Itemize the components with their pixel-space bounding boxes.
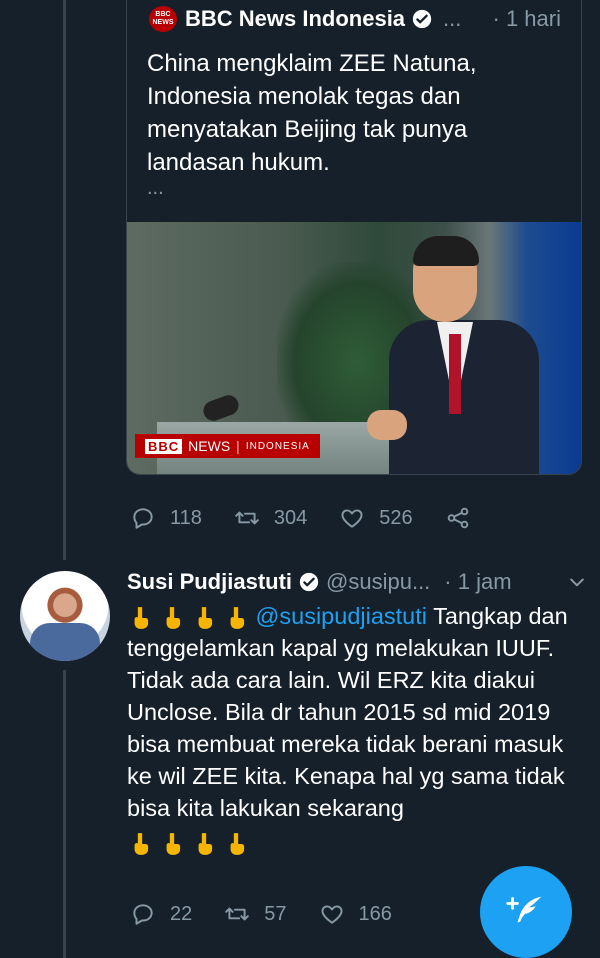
- bbc-news-logo: BBC NEWS: [149, 6, 177, 32]
- retweet-icon: [225, 907, 250, 921]
- like-button[interactable]: 526: [339, 505, 413, 531]
- emoji-group-end: [127, 831, 249, 857]
- backhand-index-pointing-down-emoji: [166, 606, 181, 629]
- quoted-tweet-header: BBC NEWS BBC News Indonesia ... · 1 hari: [149, 1, 561, 37]
- avatar[interactable]: [20, 571, 110, 661]
- quoted-tweet-photo[interactable]: BBC NEWS | INDONESIA: [127, 222, 581, 474]
- emoji-group-start: [127, 605, 249, 631]
- compose-tweet-button[interactable]: [480, 866, 572, 958]
- tweet-header: Susi Pudjiastuti @susipu... · 1 jam: [127, 568, 587, 596]
- overlay-region: INDONESIA: [245, 440, 310, 452]
- backhand-index-pointing-down-emoji: [198, 606, 213, 629]
- quoted-tweet-time[interactable]: · 1 hari: [493, 6, 561, 32]
- quoted-tweet-more: ...: [147, 177, 164, 199]
- reply-button[interactable]: 22: [130, 901, 192, 927]
- like-button[interactable]: 166: [319, 901, 392, 927]
- backhand-index-pointing-down-emoji: [134, 832, 149, 855]
- photo-bbc-overlay: BBC NEWS | INDONESIA: [135, 434, 320, 458]
- share-icon: [447, 507, 468, 529]
- thread-connector-top: [63, 0, 66, 560]
- like-icon: [341, 509, 363, 528]
- author-name[interactable]: Susi Pudjiastuti: [127, 569, 292, 595]
- share-button[interactable]: [445, 505, 485, 531]
- overlay-bbc-brand: BBC: [145, 438, 183, 454]
- photo-person-hand: [367, 410, 407, 440]
- retweet-icon: [235, 511, 259, 525]
- quoted-tweet-actions: 118 304 526: [130, 503, 517, 533]
- backhand-index-pointing-down-emoji: [166, 832, 181, 855]
- tweet-body-text: Tangkap dan tenggelamkan kapal yg melaku…: [127, 603, 568, 821]
- quoted-tweet-card[interactable]: BBC NEWS BBC News Indonesia ... · 1 hari…: [126, 0, 582, 475]
- backhand-index-pointing-down-emoji: [134, 606, 149, 629]
- tweet-time[interactable]: · 1 jam: [444, 569, 511, 595]
- backhand-index-pointing-down-emoji: [230, 832, 245, 855]
- reply-count: 22: [170, 902, 193, 925]
- tweet-text: @susipudjiastuti Tangkap dan tenggelamka…: [127, 600, 587, 857]
- retweet-button[interactable]: 304: [234, 505, 307, 531]
- retweet-button[interactable]: 57: [224, 901, 287, 927]
- thread-connector-bottom: [63, 670, 66, 958]
- like-icon: [321, 905, 342, 924]
- reply-icon: [133, 904, 153, 925]
- retweet-count: 57: [264, 902, 287, 925]
- tweet-actions: 22 57 166: [130, 899, 424, 929]
- retweet-count: 304: [273, 506, 308, 529]
- compose-tweet-icon: [506, 896, 542, 923]
- reply-button[interactable]: 118: [130, 505, 202, 531]
- verified-badge-icon: [299, 572, 319, 592]
- logo-text-news: NEWS: [152, 19, 174, 26]
- like-count: 166: [358, 902, 392, 925]
- verified-badge-icon: [412, 9, 432, 29]
- overlay-news: NEWS: [188, 438, 231, 454]
- photo-person-hair: [413, 236, 479, 266]
- photo-person-tie: [449, 334, 461, 414]
- reply-count: 118: [170, 506, 202, 529]
- logo-text-bbc: BBC: [155, 11, 171, 18]
- overlay-separator: |: [236, 438, 240, 454]
- backhand-index-pointing-down-emoji: [230, 606, 245, 629]
- author-handle[interactable]: @susipu...: [326, 569, 430, 595]
- quoted-name-ellipsis: ...: [443, 6, 462, 31]
- photo-microphone: [200, 392, 242, 424]
- quoted-author-name[interactable]: BBC News Indonesia: [185, 6, 405, 32]
- backhand-index-pointing-down-emoji: [198, 832, 213, 855]
- avatar-clothing: [30, 623, 100, 661]
- mention-link[interactable]: @susipudjiastuti: [256, 603, 427, 629]
- like-count: 526: [379, 506, 413, 529]
- chevron-down-icon[interactable]: [567, 572, 587, 592]
- reply-icon: [133, 508, 153, 529]
- quoted-tweet-text: China mengklaim ZEE Natuna, Indonesia me…: [147, 50, 477, 176]
